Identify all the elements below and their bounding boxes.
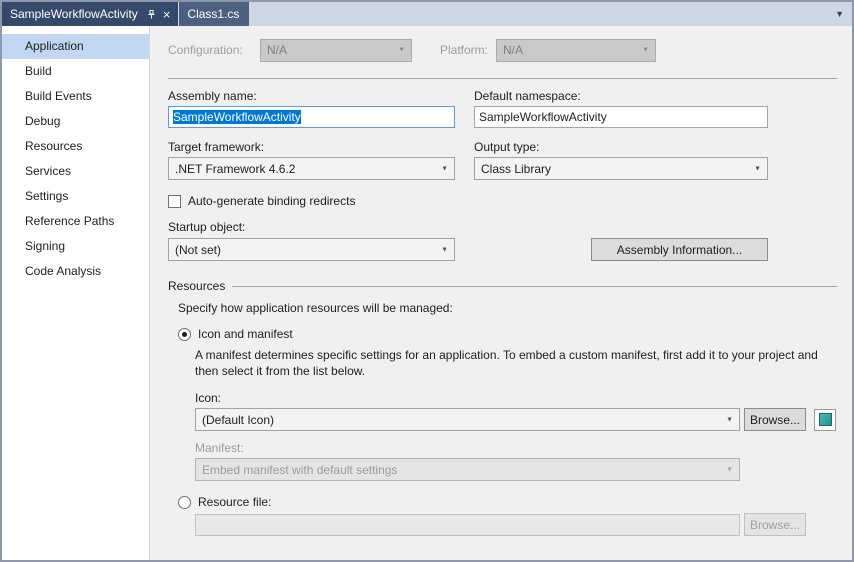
assembly-information-button[interactable]: Assembly Information...: [591, 238, 768, 261]
auto-generate-binding-redirects-label: Auto-generate binding redirects: [188, 194, 355, 208]
icon-and-manifest-radio[interactable]: Icon and manifest: [178, 327, 837, 341]
chevron-down-icon: ▼: [754, 165, 761, 172]
assembly-name-label: Assembly name:: [168, 89, 455, 103]
resources-section-header: Resources: [168, 279, 837, 293]
tab-sampleworkflowactivity[interactable]: SampleWorkflowActivity ×: [2, 2, 178, 26]
chevron-down-icon: ▼: [441, 165, 448, 172]
chevron-down-icon: ▼: [642, 47, 649, 54]
chevron-down-icon: ▼: [726, 466, 733, 473]
icon-label: Icon:: [195, 391, 837, 405]
platform-value: N/A: [503, 43, 523, 57]
output-type-select[interactable]: Class Library ▼: [474, 157, 768, 180]
auto-generate-binding-redirects-checkbox[interactable]: Auto-generate binding redirects: [168, 194, 837, 208]
resources-description: Specify how application resources will b…: [178, 301, 837, 315]
manifest-label: Manifest:: [195, 441, 837, 455]
visual-studio-project-properties-window: SampleWorkflowActivity × Class1.cs ▼ App…: [0, 0, 854, 562]
chevron-down-icon: ▼: [398, 47, 405, 54]
target-framework-label: Target framework:: [168, 140, 455, 154]
manifest-help-text: A manifest determines specific settings …: [195, 347, 843, 379]
configuration-label: Configuration:: [168, 43, 260, 57]
default-namespace-label: Default namespace:: [474, 89, 768, 103]
icon-browse-button[interactable]: Browse...: [744, 408, 806, 431]
startup-object-label: Startup object:: [168, 220, 837, 234]
sidebar-item-build[interactable]: Build: [2, 59, 149, 84]
configuration-value: N/A: [267, 43, 287, 57]
startup-object-select[interactable]: (Not set) ▼: [168, 238, 455, 261]
icon-and-manifest-label: Icon and manifest: [198, 327, 293, 341]
assembly-name-value: SampleWorkflowActivity: [173, 110, 301, 124]
chevron-down-icon: ▼: [441, 246, 448, 253]
radio-selected-icon: [178, 328, 191, 341]
default-namespace-input[interactable]: SampleWorkflowActivity: [474, 106, 768, 128]
target-framework-value: .NET Framework 4.6.2: [175, 162, 295, 176]
sidebar-item-signing[interactable]: Signing: [2, 234, 149, 259]
configuration-row: Configuration: N/A ▼ Platform: N/A ▼: [168, 38, 837, 62]
tab-title: SampleWorkflowActivity: [10, 7, 138, 21]
sidebar-item-debug[interactable]: Debug: [2, 109, 149, 134]
icon-preview-button[interactable]: [814, 409, 836, 431]
icon-value: (Default Icon): [202, 413, 274, 427]
pin-icon[interactable]: [146, 9, 157, 20]
sidebar-item-settings[interactable]: Settings: [2, 184, 149, 209]
sidebar-item-application[interactable]: Application: [2, 34, 149, 59]
sidebar-item-code-analysis[interactable]: Code Analysis: [2, 259, 149, 284]
platform-label: Platform:: [440, 43, 496, 57]
target-framework-select[interactable]: .NET Framework 4.6.2 ▼: [168, 157, 455, 180]
configuration-select: N/A ▼: [260, 39, 412, 62]
sidebar-item-resources[interactable]: Resources: [2, 134, 149, 159]
properties-sidebar: Application Build Build Events Debug Res…: [2, 26, 150, 560]
manifest-select: Embed manifest with default settings ▼: [195, 458, 740, 481]
icon-select[interactable]: (Default Icon) ▼: [195, 408, 740, 431]
application-settings-panel: Configuration: N/A ▼ Platform: N/A ▼ Ass…: [150, 26, 852, 560]
sidebar-item-services[interactable]: Services: [2, 159, 149, 184]
resource-file-browse-button: Browse...: [744, 513, 806, 536]
resource-file-input: [195, 514, 740, 536]
close-icon[interactable]: ×: [163, 8, 171, 21]
default-icon-thumbnail: [819, 413, 832, 426]
document-tab-bar: SampleWorkflowActivity × Class1.cs ▼: [2, 2, 852, 26]
sidebar-item-reference-paths[interactable]: Reference Paths: [2, 209, 149, 234]
section-divider: [232, 286, 837, 287]
checkbox-icon: [168, 195, 181, 208]
radio-unselected-icon: [178, 496, 191, 509]
startup-object-value: (Not set): [175, 243, 221, 257]
tab-overflow-dropdown-icon[interactable]: ▼: [835, 9, 844, 19]
resources-section-title: Resources: [168, 279, 225, 293]
tab-class1cs[interactable]: Class1.cs: [179, 2, 249, 26]
default-namespace-value: SampleWorkflowActivity: [479, 110, 607, 124]
chevron-down-icon: ▼: [726, 416, 733, 423]
tab-title: Class1.cs: [187, 7, 239, 21]
section-divider: [168, 78, 837, 79]
sidebar-item-build-events[interactable]: Build Events: [2, 84, 149, 109]
output-type-value: Class Library: [481, 162, 551, 176]
platform-select: N/A ▼: [496, 39, 656, 62]
resource-file-radio[interactable]: Resource file:: [178, 495, 837, 509]
assembly-name-input[interactable]: SampleWorkflowActivity: [168, 106, 455, 128]
manifest-value: Embed manifest with default settings: [202, 463, 397, 477]
output-type-label: Output type:: [474, 140, 768, 154]
resource-file-label: Resource file:: [198, 495, 271, 509]
